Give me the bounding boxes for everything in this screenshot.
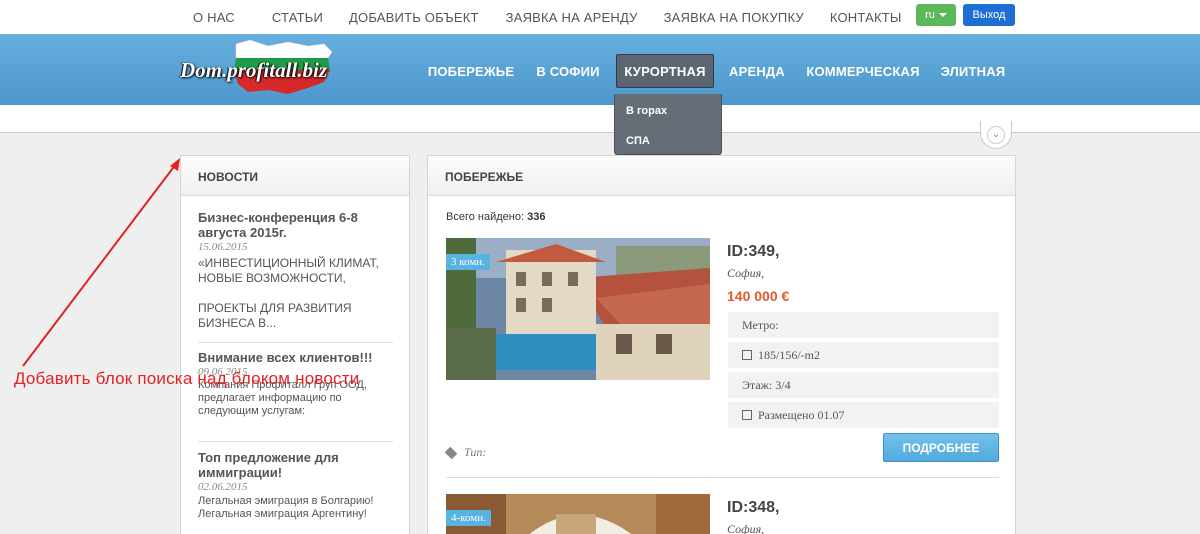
rooms-badge: 4-комн. (446, 510, 491, 526)
news-item[interactable]: Топ предложение для иммиграции! 02.06.20… (198, 450, 393, 521)
topnav-contacts[interactable]: КОНТАКТЫ (830, 10, 902, 25)
results-count-label: Всего найдено: (446, 211, 525, 223)
listing-city: София, (727, 266, 765, 280)
header-strip (0, 105, 1200, 133)
cube-icon (742, 350, 752, 360)
news-item[interactable]: Бизнес-конференция 6-8 августа 2015г. 15… (198, 210, 393, 331)
spec-floor-text: Этаж: 3/4 (742, 377, 791, 392)
calendar-icon (742, 410, 752, 420)
news-title[interactable]: Внимание всех клиентов!!! (198, 350, 393, 365)
nav-commercial[interactable]: КОММЕРЧЕСКАЯ (806, 54, 920, 88)
spec-metro: Метро: (728, 312, 999, 338)
listing-photo[interactable]: 3 комн. (446, 238, 710, 380)
listing-photo[interactable]: 4-комн. (446, 494, 710, 534)
listing-id[interactable]: ID:348, (727, 499, 779, 517)
rooms-badge: 3 комн. (446, 254, 490, 270)
listings-panel: ПОБЕРЕЖЬЕ Всего найдено: 336 3 комн. ID:… (427, 155, 1016, 534)
spec-floor: Этаж: 3/4 (728, 372, 999, 398)
results-count: Всего найдено: 336 (446, 211, 545, 223)
top-bar: О НАС СТАТЬИ ДОБАВИТЬ ОБЪЕКТ ЗАЯВКА НА А… (0, 0, 1200, 34)
topnav-add-object[interactable]: ДОБАВИТЬ ОБЪЕКТ (349, 10, 479, 25)
details-button[interactable]: ПОДРОБНЕЕ (883, 433, 999, 462)
collapse-toggle[interactable]: ⌄ (980, 121, 1012, 149)
topnav-rent-request[interactable]: ЗАЯВКА НА АРЕНДУ (506, 10, 638, 25)
topnav-articles[interactable]: СТАТЬИ (272, 10, 323, 25)
listing-price: 140 000 € (727, 288, 790, 304)
listing-type-text: Тип: (464, 445, 487, 459)
listings-panel-header: ПОБЕРЕЖЬЕ (428, 156, 1015, 196)
listing-divider (446, 477, 999, 478)
topnav-buy-request[interactable]: ЗАЯВКА НА ПОКУПКУ (664, 10, 804, 25)
language-dropdown[interactable]: ru (916, 4, 956, 26)
tag-icon (444, 446, 458, 459)
annotation-text: Добавить блок поиска над блоком новости (14, 369, 360, 388)
results-count-value: 336 (527, 211, 546, 223)
news-panel-header: НОВОСТИ (181, 156, 409, 196)
top-nav: О НАС СТАТЬИ ДОБАВИТЬ ОБЪЕКТ ЗАЯВКА НА А… (193, 0, 928, 34)
news-date: 02.06.2015 (198, 481, 248, 493)
spec-area-text: 185/156/-m2 (758, 347, 820, 362)
nav-resort[interactable]: КУРОРТНАЯ (616, 54, 714, 88)
spec-metro-text: Метро: (742, 317, 779, 332)
language-label: ru (925, 9, 935, 21)
news-title[interactable]: Топ предложение для иммиграции! (198, 450, 393, 480)
chevron-down-icon: ⌄ (987, 125, 1005, 144)
nav-elite[interactable]: ЭЛИТНАЯ (938, 54, 1008, 88)
nav-coast[interactable]: ПОБЕРЕЖЬЕ (428, 54, 514, 88)
listing-type: Тип: (444, 445, 487, 460)
news-panel-title: НОВОСТИ (198, 170, 259, 184)
listings-panel-title: ПОБЕРЕЖЬЕ (445, 170, 524, 184)
news-text: «ИНВЕСТИЦИОННЫЙ КЛИМАТ, НОВЫЕ ВОЗМОЖНОСТ… (198, 256, 379, 330)
nav-rent[interactable]: АРЕНДА (726, 54, 788, 88)
spec-posted: Размещено 01.07 (728, 402, 999, 428)
spec-posted-text: Размещено 01.07 (758, 407, 845, 422)
spec-area: 185/156/-m2 (728, 342, 999, 368)
logout-button[interactable]: Выход (963, 4, 1015, 26)
dropdown-item-spa[interactable]: СПА (626, 135, 650, 147)
chevron-down-icon (938, 13, 947, 17)
news-panel: НОВОСТИ Бизнес-конференция 6-8 августа 2… (180, 155, 410, 534)
listing-id[interactable]: ID:349, (727, 243, 779, 261)
resort-dropdown-menu: В горах СПА (614, 94, 722, 155)
news-date: 15.06.2015 (198, 241, 248, 253)
news-title[interactable]: Бизнес-конференция 6-8 августа 2015г. (198, 210, 393, 240)
nav-in-sofia[interactable]: В СОФИИ (532, 54, 604, 88)
news-text: Легальная эмиграция в Болгарию! Легальна… (198, 495, 374, 520)
dropdown-item-mountains[interactable]: В горах (626, 105, 667, 117)
main-nav: ПОБЕРЕЖЬЕ В СОФИИ КУРОРТНАЯ АРЕНДА КОММЕ… (0, 54, 1200, 88)
news-divider (198, 441, 393, 442)
news-divider (198, 342, 393, 343)
topnav-about[interactable]: О НАС (193, 10, 235, 25)
listing-city: София, (727, 522, 765, 534)
